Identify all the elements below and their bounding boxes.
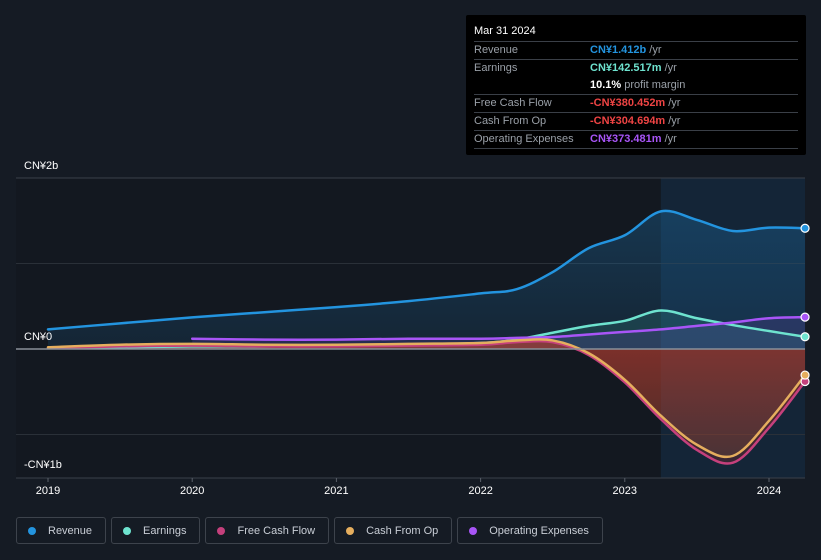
tooltip-row-profit-margin: 10.1% profit margin <box>474 77 798 95</box>
tooltip-label: Earnings <box>474 62 518 74</box>
legend-item-cash-from-op[interactable]: Cash From Op <box>334 517 453 544</box>
x-tick-label: 2024 <box>756 485 782 497</box>
x-tick-label: 2021 <box>324 485 349 497</box>
operating-expenses-dot-icon <box>469 526 478 535</box>
tooltip-unit: /yr <box>664 133 677 145</box>
y-tick-label: CN¥0 <box>24 331 53 343</box>
tooltip-unit: profit margin <box>624 79 686 91</box>
free-cash-flow-dot-icon <box>217 526 226 535</box>
legend-label: Cash From Op <box>366 524 439 537</box>
tooltip-label: Revenue <box>474 44 519 56</box>
tooltip-row-earnings: Earnings CN¥142.517m /yr <box>474 60 798 77</box>
tooltip-row-cash-from-op: Cash From Op -CN¥304.694m /yr <box>474 113 798 131</box>
operating-expenses-end-point <box>800 312 810 322</box>
y-tick-label: -CN¥1b <box>24 459 62 471</box>
tooltip-label: Operating Expenses <box>474 133 574 145</box>
revenue-end-point <box>800 223 810 233</box>
x-tick-label: 2023 <box>612 485 638 497</box>
chart-legend: Revenue Earnings Free Cash Flow Cash Fro… <box>16 517 603 544</box>
legend-item-revenue[interactable]: Revenue <box>16 517 107 544</box>
x-tick-label: 2022 <box>468 485 493 497</box>
tooltip-unit: /yr <box>668 97 681 109</box>
legend-item-free-cash-flow[interactable]: Free Cash Flow <box>205 517 330 544</box>
tooltip-value: -CN¥304.694m <box>590 115 666 127</box>
earnings-dot-icon <box>123 526 132 535</box>
tooltip-unit: /yr <box>668 115 681 127</box>
x-tick-label: 2020 <box>179 485 205 497</box>
tooltip-label <box>474 77 590 94</box>
cash-from-op-dot-icon <box>346 526 355 535</box>
revenue-dot-icon <box>28 526 36 535</box>
legend-label: Earnings <box>143 524 187 537</box>
tooltip-value: CN¥373.481m <box>590 133 662 145</box>
tooltip-label: Free Cash Flow <box>474 97 552 109</box>
tooltip-row-operating-expenses: Operating Expenses CN¥373.481m /yr <box>474 131 798 149</box>
tooltip-value: CN¥142.517m <box>590 62 662 74</box>
x-tick-label: 2019 <box>35 485 61 497</box>
tooltip-row-revenue: Revenue CN¥1.412b /yr <box>474 42 798 60</box>
legend-label: Operating Expenses <box>489 524 589 537</box>
tooltip-row-free-cash-flow: Free Cash Flow -CN¥380.452m /yr <box>474 95 798 113</box>
tooltip-unit: /yr <box>649 44 662 56</box>
tooltip-panel: Mar 31 2024 Revenue CN¥1.412b /yr Earnin… <box>466 15 806 155</box>
legend-label: Free Cash Flow <box>237 524 316 537</box>
cash-from-op-end-point <box>800 370 810 380</box>
tooltip-unit: /yr <box>664 62 677 74</box>
tooltip-date: Mar 31 2024 <box>474 23 798 42</box>
tooltip-value: -CN¥380.452m <box>590 97 666 109</box>
legend-item-earnings[interactable]: Earnings <box>111 517 201 544</box>
y-tick-label: CN¥2b <box>24 160 59 172</box>
tooltip-value: CN¥1.412b <box>590 44 647 56</box>
earnings-end-point <box>800 332 810 342</box>
tooltip-label: Cash From Op <box>474 115 547 127</box>
legend-item-operating-expenses[interactable]: Operating Expenses <box>457 517 603 544</box>
legend-label: Revenue <box>48 524 93 537</box>
tooltip-value: 10.1% <box>590 79 622 91</box>
